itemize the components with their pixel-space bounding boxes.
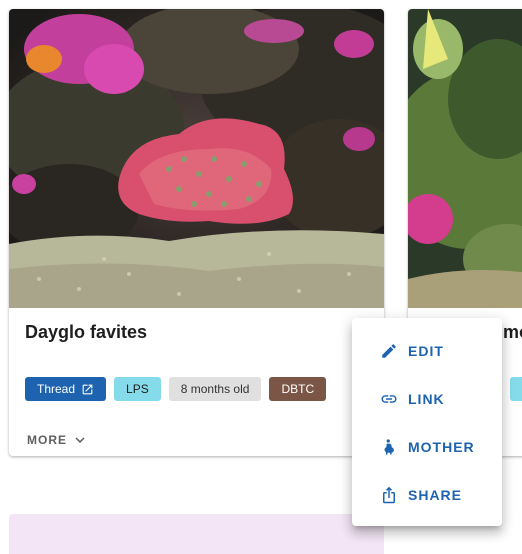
menu-item-label: SHARE — [408, 487, 463, 503]
mother-icon — [384, 439, 394, 455]
chevron-down-icon — [75, 437, 85, 443]
menu-item-label: MOTHER — [408, 439, 475, 455]
more-button[interactable]: MORE — [27, 431, 89, 449]
card-actions-menu: EDIT LINK MOTHER SHARE — [352, 318, 502, 526]
dbtc-chip[interactable]: DBTC — [269, 377, 327, 401]
share-icon — [383, 486, 395, 504]
pencil-icon — [382, 344, 396, 358]
menu-item-label: LINK — [408, 391, 445, 407]
age-chip: 8 months old — [168, 377, 262, 401]
card-2-chip[interactable] — [510, 377, 522, 401]
coral-photo[interactable] — [9, 9, 384, 308]
open-external-icon — [82, 384, 93, 394]
menu-item-share[interactable]: SHARE — [352, 471, 502, 519]
menu-item-edit[interactable]: EDIT — [352, 327, 502, 375]
card-title: Dayglo favites — [25, 322, 148, 342]
menu-item-link[interactable]: LINK — [352, 375, 502, 423]
card-2-title: mo — [503, 322, 522, 342]
coral-card-3 — [9, 514, 384, 554]
lps-chip[interactable]: LPS — [114, 377, 161, 401]
thread-chip-label: Thread — [37, 382, 76, 396]
coral-card: Dayglo favites Thread LPS 8 months old D… — [9, 9, 384, 456]
coral-photo-2[interactable] — [408, 9, 522, 308]
link-icon — [381, 395, 397, 403]
menu-item-label: EDIT — [408, 343, 444, 359]
thread-chip[interactable]: Thread — [25, 377, 107, 401]
more-label: MORE — [27, 433, 67, 447]
menu-item-mother[interactable]: MOTHER — [352, 423, 502, 471]
chip-row: Thread LPS 8 months old DBTC — [25, 377, 327, 401]
